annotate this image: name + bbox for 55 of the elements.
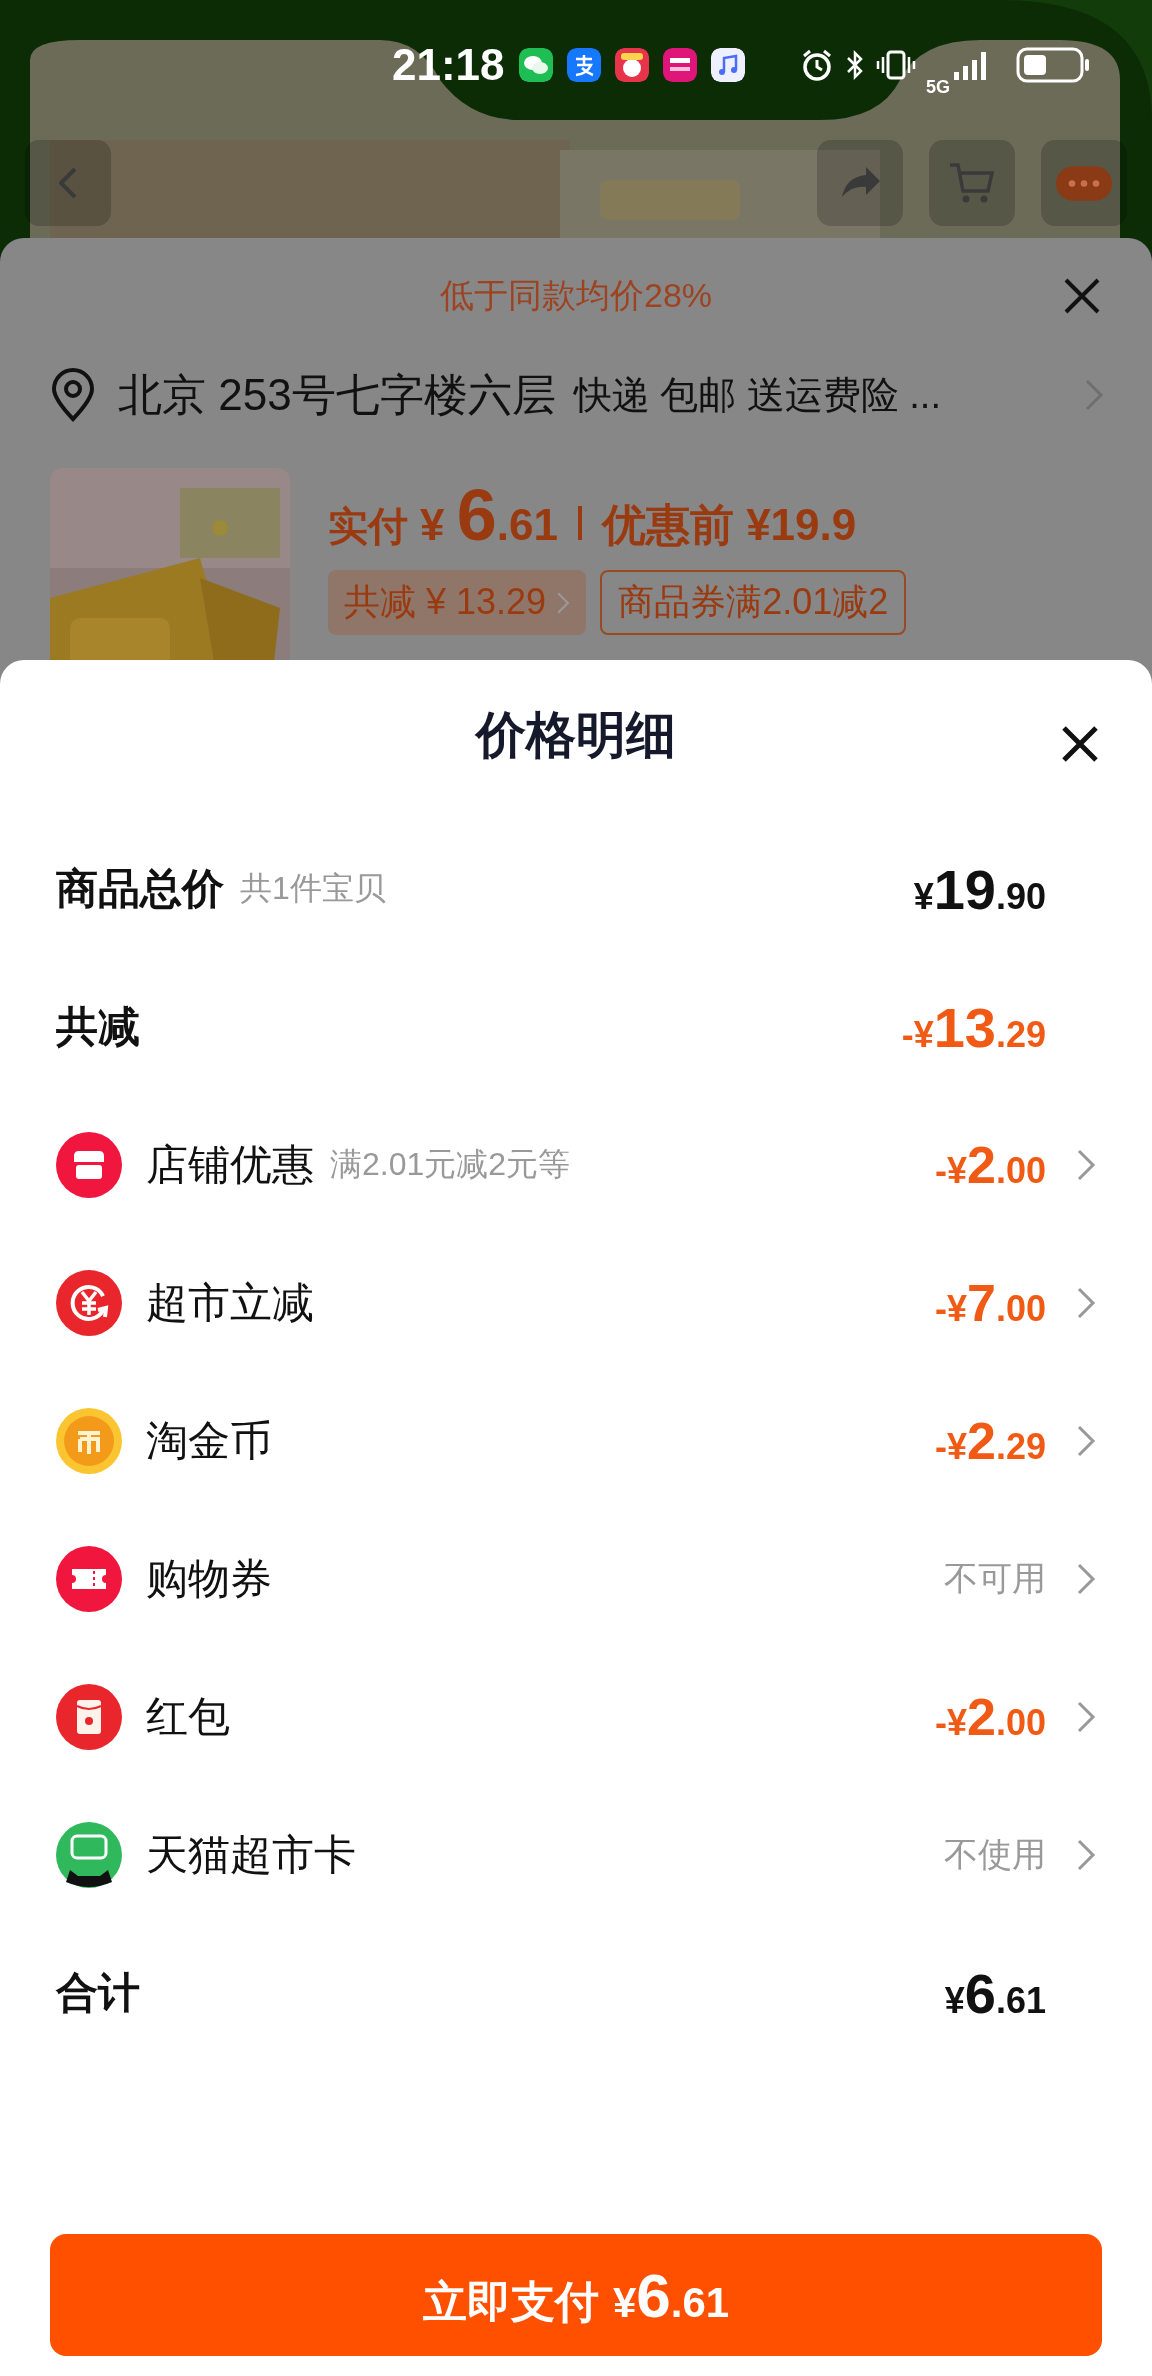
network-type-label: 5G <box>926 76 950 98</box>
payment-app-icon <box>566 48 601 82</box>
status-text: 不可用 <box>944 1558 1046 1599</box>
clock-time: 21:18 <box>392 40 505 90</box>
amount-text: -¥13.29 <box>901 994 1046 1060</box>
amount-text: -¥7.00 <box>935 1273 1046 1333</box>
row-label: 店铺优惠 <box>146 1140 314 1190</box>
close-button[interactable] <box>1060 724 1100 764</box>
coin-refund-icon <box>56 1270 122 1336</box>
share-button[interactable] <box>817 140 903 226</box>
status-text: 不使用 <box>944 1834 1046 1875</box>
coupon-tag: 商品券满2.01减2 <box>600 570 907 635</box>
cart-button[interactable] <box>929 140 1015 226</box>
storefront-icon <box>56 1132 122 1198</box>
row-label: 共减 <box>56 1002 140 1052</box>
vibrate-icon <box>876 48 916 82</box>
delivery-text: 快递 包邮 送运费险 ... <box>573 372 941 418</box>
paid-label: 实付 <box>328 503 408 550</box>
row-label: 红包 <box>146 1692 230 1742</box>
amount-text: ¥6.61 <box>612 2260 730 2331</box>
row-label: 购物券 <box>146 1554 272 1604</box>
amount-text: -¥2.00 <box>935 1687 1046 1747</box>
more-button[interactable] <box>1041 140 1127 226</box>
row-label: 商品总价 <box>56 864 224 914</box>
row-note: 共1件宝贝 <box>240 869 386 908</box>
row-label: 天猫超市卡 <box>146 1830 356 1880</box>
amount-text: -¥2.29 <box>935 1411 1046 1471</box>
shop-app-icon <box>662 48 697 82</box>
back-button[interactable] <box>25 140 111 226</box>
sheet-title: 价格明细 <box>476 705 676 765</box>
pay-button[interactable]: 立即支付 ¥6.61 <box>50 2234 1102 2356</box>
row-note: 满2.01元减2元等 <box>330 1145 571 1184</box>
chat-app-icon <box>518 48 553 82</box>
ticket-icon <box>56 1546 122 1612</box>
amount-text: ¥ 6.61 <box>420 474 558 556</box>
music-app-icon <box>710 48 745 82</box>
back-icon <box>59 167 77 199</box>
envelope-icon <box>56 1684 122 1750</box>
amount-text: ¥19.90 <box>913 856 1046 922</box>
coin-icon <box>56 1408 122 1474</box>
alarm-icon <box>800 48 834 82</box>
amount-text: ¥6.61 <box>944 1960 1046 2026</box>
row-label: 合计 <box>56 1968 140 2018</box>
shop-app-icon <box>614 48 649 82</box>
discount-tag[interactable]: 共减 ¥ 13.29 <box>328 570 587 635</box>
original-price: 优惠前 ¥19.9 <box>601 499 857 551</box>
savings-note: 低于同款均价28% <box>439 275 713 316</box>
chevron-right-icon <box>1084 378 1104 412</box>
cat-badge-icon <box>56 1822 122 1888</box>
amount-text: -¥2.00 <box>935 1135 1046 1195</box>
row-label: 超市立减 <box>146 1278 314 1328</box>
chevron-right-icon <box>556 590 571 615</box>
address-text: 北京 253号七字楼六层 <box>118 368 556 421</box>
battery-icon <box>1016 47 1090 83</box>
row-label: 淘金币 <box>146 1416 272 1466</box>
